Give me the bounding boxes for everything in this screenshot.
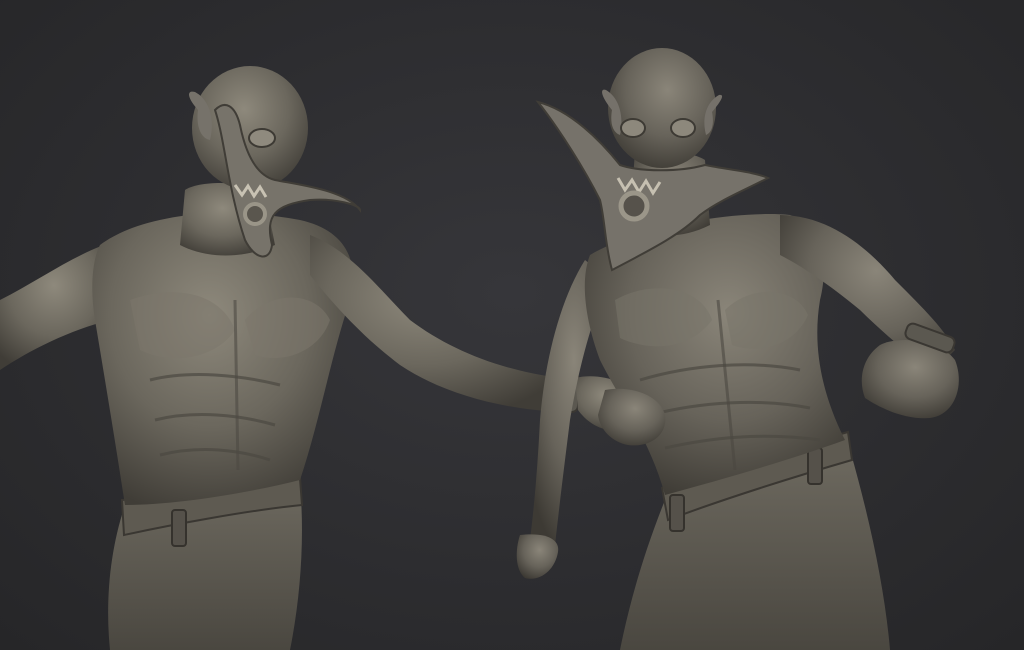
right-creature-eye-left xyxy=(620,118,646,138)
right-creature-belt-loop xyxy=(669,494,685,532)
left-creature-belt-loop xyxy=(171,509,187,547)
sculpt-viewport xyxy=(0,0,1024,650)
right-creature-eye-right xyxy=(670,118,696,138)
clay-render xyxy=(0,48,959,650)
left-creature-eye xyxy=(248,128,276,148)
left-creature-right-arm xyxy=(310,235,565,412)
left-creature-mouth-ring xyxy=(243,202,267,226)
right-creature-head xyxy=(608,48,716,168)
right-creature-left-hand xyxy=(516,534,559,579)
right-creature-mouth-ring xyxy=(618,190,650,222)
right-creature xyxy=(516,48,959,650)
